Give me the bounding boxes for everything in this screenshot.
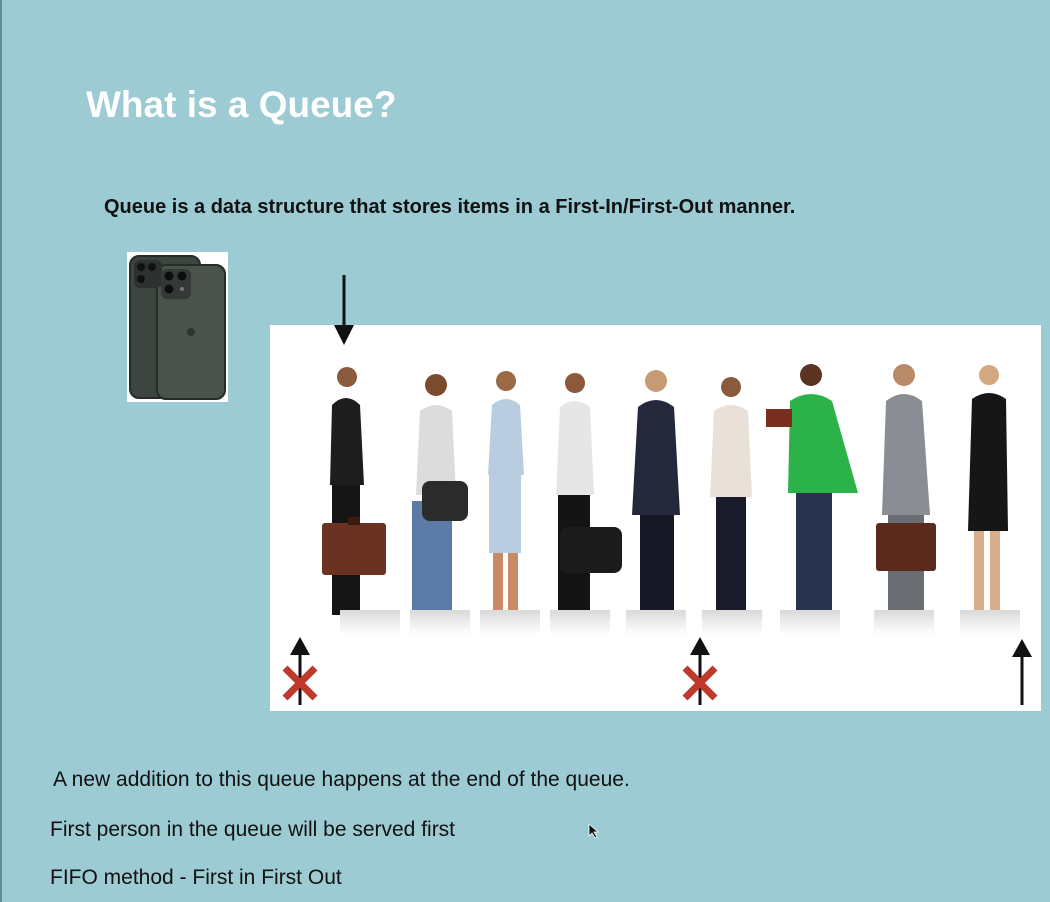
people-in-line-image — [270, 325, 1041, 711]
slide-title: What is a Queue? — [86, 84, 397, 125]
mouse-cursor-icon — [588, 823, 600, 839]
bullet-text-3: FIFO method - First in First Out — [50, 866, 342, 889]
add-arrow-down-icon — [334, 275, 354, 345]
bullet-text-2: First person in the queue will be served… — [50, 818, 456, 841]
slide-edge — [0, 0, 2, 902]
slide-subtitle: Queue is a data structure that stores it… — [104, 196, 796, 218]
phone-image — [127, 252, 228, 402]
iphone-icon — [129, 255, 226, 400]
bullet-text-1: A new addition to this queue happens at … — [53, 768, 630, 791]
queue-illustration — [270, 325, 1041, 711]
